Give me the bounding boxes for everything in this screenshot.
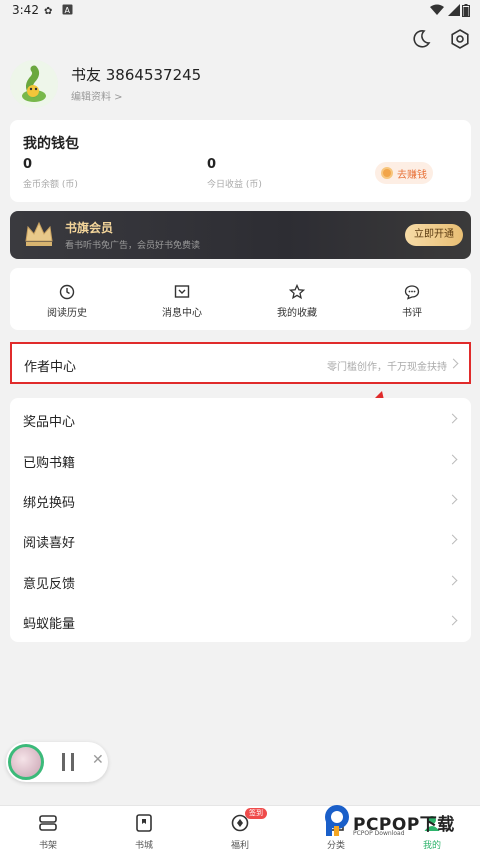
wallet-title: 我的钱包 xyxy=(23,136,79,152)
night-mode-icon[interactable] xyxy=(410,28,432,50)
nav-label: 书架 xyxy=(38,841,57,851)
player-cover[interactable] xyxy=(8,744,44,780)
crown-icon xyxy=(25,221,53,246)
author-center-subtitle: 零门槛创作，千万现金扶持 xyxy=(327,362,447,373)
shortcut-book-reviews[interactable]: 书评 xyxy=(362,268,462,330)
menu-item-label: 阅读喜好 xyxy=(23,536,76,551)
bookshelf-icon xyxy=(39,815,57,831)
menu-item-purchased-books[interactable]: 已购书籍 xyxy=(10,440,471,480)
comment-icon xyxy=(404,285,420,300)
shortcut-my-favorites[interactable]: 我的收藏 xyxy=(247,268,347,330)
avatar[interactable] xyxy=(10,60,58,108)
app-notification-icon: A xyxy=(62,4,73,15)
bookstore-icon xyxy=(136,814,152,832)
clock-icon xyxy=(59,284,75,300)
chevron-right-icon xyxy=(447,534,458,545)
menu-item-reading-preferences[interactable]: 阅读喜好 xyxy=(10,520,471,560)
today-income-label: 今日收益 (币) xyxy=(207,180,262,190)
menu-item-label: 已购书籍 xyxy=(23,456,76,471)
pause-icon[interactable] xyxy=(62,753,74,771)
battery-icon xyxy=(462,4,470,17)
author-center-row[interactable]: 作者中心 零门槛创作，千万现金扶持 xyxy=(10,342,471,384)
status-time: 3:42 xyxy=(12,3,39,17)
settings-icon[interactable] xyxy=(449,28,471,50)
menu-item-label: 意见反馈 xyxy=(23,577,76,592)
nav-bookshelf[interactable]: 书架 xyxy=(0,806,96,853)
shortcut-label: 书评 xyxy=(402,308,422,319)
edit-profile-link[interactable]: 编辑资料 > xyxy=(71,88,123,103)
vip-title: 书旗会员 xyxy=(65,221,114,235)
close-icon[interactable]: ✕ xyxy=(92,752,104,768)
vip-open-button[interactable]: 立即开通 xyxy=(405,224,463,246)
shortcut-reading-history[interactable]: 阅读历史 xyxy=(17,268,117,330)
author-center-title: 作者中心 xyxy=(24,360,77,375)
menu-item-label: 奖品中心 xyxy=(23,415,76,430)
coin-balance-label: 金币余额 (币) xyxy=(23,180,78,190)
vip-subtitle: 看书听书免广告，会员好书免费读 xyxy=(65,241,201,251)
chevron-right-icon xyxy=(447,494,458,505)
watermark: PCPOP下载 PCPOP Download xyxy=(323,800,473,846)
svg-text:A: A xyxy=(65,6,71,15)
shortcut-label: 消息中心 xyxy=(162,308,202,319)
status-bar: 3:42 ✿ A xyxy=(0,0,480,22)
menu-item-feedback[interactable]: 意见反馈 xyxy=(10,561,471,601)
menu-item-label: 蚂蚁能量 xyxy=(23,617,76,632)
nav-label: 书城 xyxy=(134,841,153,851)
vip-banner[interactable]: 书旗会员 看书听书免广告，会员好书免费读 立即开通 xyxy=(10,211,471,259)
coin-balance-value: 0 xyxy=(23,157,33,172)
menu-item-ant-energy[interactable]: 蚂蚁能量 xyxy=(10,601,471,641)
audio-mini-player[interactable]: ✕ xyxy=(6,742,108,782)
username: 书友 3864537245 xyxy=(71,66,202,84)
message-icon xyxy=(174,285,190,298)
today-income-value: 0 xyxy=(207,157,217,172)
nav-bookstore[interactable]: 书城 xyxy=(96,806,192,853)
earn-money-button[interactable]: 去赚钱 xyxy=(375,162,433,184)
watermark-sub: PCPOP Download xyxy=(353,830,405,837)
shortcut-label: 阅读历史 xyxy=(47,308,87,319)
chevron-right-icon xyxy=(447,454,458,465)
shortcut-label: 我的收藏 xyxy=(277,308,317,319)
svg-text:✿: ✿ xyxy=(44,6,52,16)
wifi-icon xyxy=(430,4,444,15)
menu-item-redeem-code[interactable]: 绑兑换码 xyxy=(10,480,471,520)
chevron-right-icon xyxy=(447,413,458,424)
notification-icon: ✿ xyxy=(44,6,52,16)
earn-money-label: 去赚钱 xyxy=(397,170,427,181)
star-icon xyxy=(289,284,305,300)
nav-welfare[interactable]: 福利 xyxy=(192,806,288,853)
chevron-right-icon xyxy=(448,358,459,369)
menu-item-label: 绑兑换码 xyxy=(23,496,76,511)
pcpop-logo-icon xyxy=(325,805,349,836)
coin-icon xyxy=(381,167,393,179)
chevron-right-icon xyxy=(447,575,458,586)
shortcut-message-center[interactable]: 消息中心 xyxy=(132,268,232,330)
signal-icon xyxy=(448,4,460,16)
checkin-badge: 签到 xyxy=(245,808,267,819)
chevron-right-icon xyxy=(447,615,458,626)
snake-avatar-icon xyxy=(10,60,58,108)
menu-item-prize-center[interactable]: 奖品中心 xyxy=(10,399,471,439)
nav-label: 福利 xyxy=(230,841,249,851)
